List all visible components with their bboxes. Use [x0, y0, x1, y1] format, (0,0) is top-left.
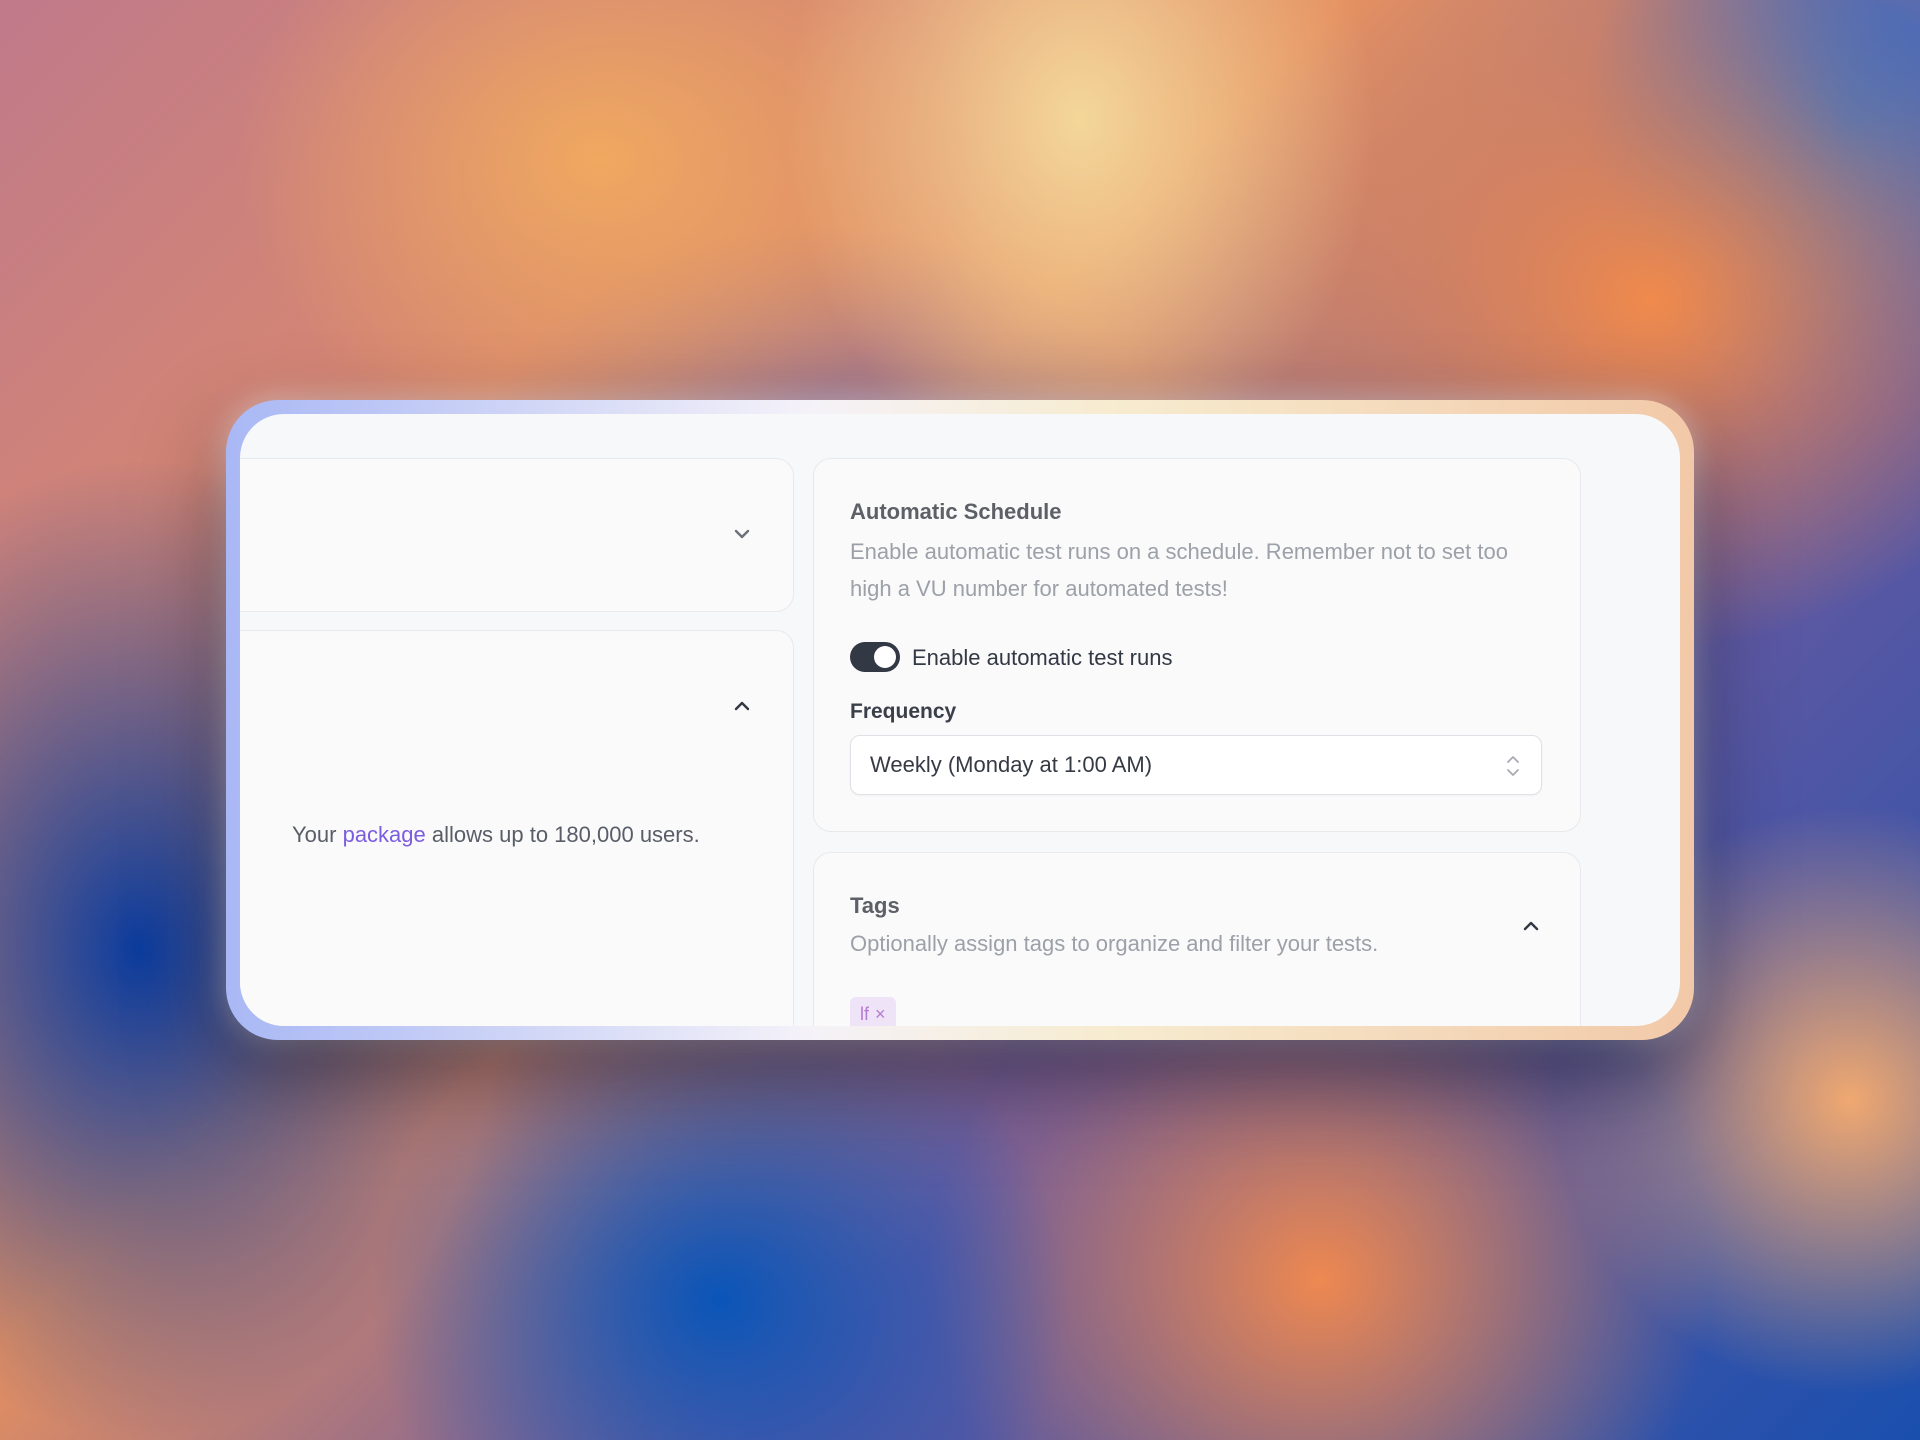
frequency-select[interactable]: Weekly (Monday at 1:00 AM) [850, 735, 1542, 795]
chevron-up-down-icon [1505, 753, 1521, 779]
package-text-after: allows up to 180,000 users. [431, 822, 700, 847]
users-panel: Your package allows up to 180,000 users. [240, 630, 794, 1026]
toggle-label: Enable automatic test runs [912, 645, 1173, 670]
chevron-down-icon[interactable] [731, 523, 753, 545]
tag-remove-icon[interactable]: × [875, 997, 886, 1026]
schedule-title: Automatic Schedule [850, 499, 1062, 524]
settings-window: Your package allows up to 180,000 users.… [240, 414, 1680, 1026]
chevron-up-icon[interactable] [731, 695, 753, 717]
tags-panel: Tags Optionally assign tags to organize … [813, 852, 1581, 1026]
tag-label: lf [860, 1004, 869, 1024]
frequency-label: Frequency [850, 700, 957, 723]
enable-automatic-runs-toggle[interactable] [850, 642, 900, 672]
schedule-description-line2: high a VU number for automated tests! [850, 576, 1228, 601]
tags-description: Optionally assign tags to organize and f… [850, 931, 1379, 956]
tags-title: Tags [850, 893, 900, 918]
toggle-knob [874, 646, 896, 668]
package-link[interactable]: package [343, 822, 426, 847]
collapsed-panel[interactable] [240, 458, 794, 612]
package-text-before: Your [292, 822, 337, 847]
package-info-text: Your package allows up to 180,000 users. [292, 822, 700, 848]
tag-chip: lf × [850, 997, 896, 1026]
frequency-select-value: Weekly (Monday at 1:00 AM) [870, 752, 1153, 777]
automatic-schedule-panel: Automatic Schedule Enable automatic test… [813, 458, 1581, 832]
schedule-description-line1: Enable automatic test runs on a schedule… [850, 539, 1508, 564]
chevron-up-icon[interactable] [1520, 915, 1542, 937]
